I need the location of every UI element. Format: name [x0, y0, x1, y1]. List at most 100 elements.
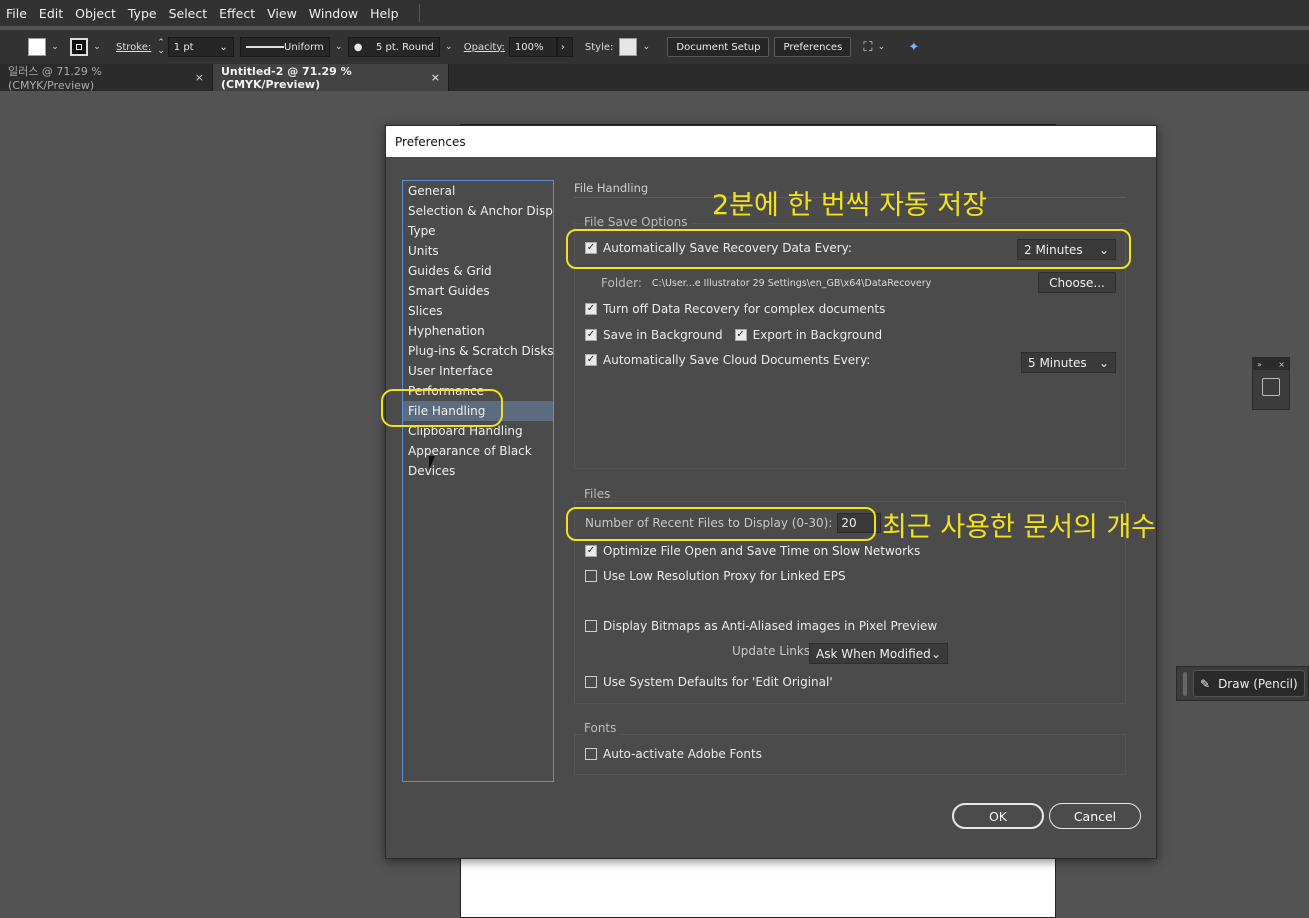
optimize-row: ✓ Optimize File Open and Save Time on Sl…: [585, 544, 920, 558]
generative-icon[interactable]: ✦: [908, 40, 919, 55]
close-icon[interactable]: ×: [1278, 360, 1285, 369]
tab-document-2[interactable]: Untitled-2 @ 71.29 % (CMYK/Preview) ×: [213, 64, 449, 91]
profile-value: Uniform: [284, 41, 324, 53]
menu-type[interactable]: Type: [122, 6, 163, 21]
preferences-category-list: General Selection & Anchor Display Type …: [402, 180, 554, 782]
collapsed-panel: » ×: [1252, 357, 1290, 410]
fonts-title: Fonts: [584, 721, 621, 735]
turn-off-recovery-row: ✓ Turn off Data Recovery for complex doc…: [585, 302, 885, 316]
low-res-proxy-row: Use Low Resolution Proxy for Linked EPS: [585, 569, 846, 583]
mouse-cursor-icon: [429, 456, 441, 470]
menu-help[interactable]: Help: [364, 6, 405, 21]
nav-item-hyphenation[interactable]: Hyphenation: [403, 321, 553, 341]
draw-pencil-button[interactable]: ✎ Draw (Pencil): [1193, 670, 1305, 697]
system-defaults-checkbox[interactable]: [585, 676, 597, 688]
cloud-save-row: ✓ Automatically Save Cloud Documents Eve…: [585, 353, 870, 367]
ok-button[interactable]: OK: [952, 803, 1044, 829]
chevron-down-icon[interactable]: ⌄: [641, 42, 651, 52]
style-swatch[interactable]: [619, 38, 638, 56]
menu-file[interactable]: File: [0, 6, 33, 21]
update-links-select[interactable]: Ask When Modified ⌄: [809, 643, 948, 664]
choose-folder-button[interactable]: Choose...: [1038, 272, 1116, 293]
nav-item-plugins[interactable]: Plug-ins & Scratch Disks: [403, 341, 553, 361]
chevron-down-icon[interactable]: ⌄: [50, 42, 60, 52]
auto-activate-checkbox[interactable]: [585, 748, 597, 760]
opacity-label: Opacity:: [463, 41, 505, 53]
dot-icon: ●: [353, 41, 363, 53]
cloud-save-interval-select[interactable]: 5 Minutes ⌄: [1021, 352, 1116, 373]
gradient-icon[interactable]: [1262, 378, 1280, 396]
chevron-down-icon[interactable]: ⌄: [444, 42, 454, 52]
nav-item-appearance-black[interactable]: Appearance of Black: [403, 441, 553, 461]
brush-definition[interactable]: ● 5 pt. Round: [347, 37, 440, 57]
nav-item-user-interface[interactable]: User Interface: [403, 361, 553, 381]
highlight-file-handling: [381, 389, 503, 427]
nav-item-selection-anchor[interactable]: Selection & Anchor Display: [403, 201, 553, 221]
stroke-stepper-icon[interactable]: ⌃ ⌄: [157, 39, 165, 56]
save-background-checkbox[interactable]: ✓: [585, 329, 597, 341]
files-title: Files: [584, 487, 615, 501]
opacity-expand-button[interactable]: ›: [556, 37, 573, 57]
nav-item-guides-grid[interactable]: Guides & Grid: [403, 261, 553, 281]
cancel-button[interactable]: Cancel: [1049, 803, 1141, 829]
menu-window[interactable]: Window: [303, 6, 364, 21]
update-links-label: Update Links:: [732, 644, 815, 658]
auto-activate-label: Auto-activate Adobe Fonts: [603, 747, 762, 761]
draw-pencil-label: Draw (Pencil): [1218, 676, 1298, 691]
menu-bar: File Edit Object Type Select Effect View…: [0, 0, 1309, 26]
system-defaults-label: Use System Defaults for 'Edit Original': [603, 675, 833, 689]
section-title: File Handling: [574, 181, 649, 195]
auto-activate-row: Auto-activate Adobe Fonts: [585, 747, 762, 761]
nav-item-type[interactable]: Type: [403, 221, 553, 241]
nav-item-devices[interactable]: Devices: [403, 461, 553, 481]
chevron-down-icon[interactable]: ⌄: [876, 42, 886, 52]
stroke-label: Stroke:: [116, 41, 152, 53]
nav-item-units[interactable]: Units: [403, 241, 553, 261]
control-bar: ⌄ ⌄ Stroke: ⌃ ⌄ 1 pt ⌄ Uniform ⌄ ● 5 pt. Ro…: [0, 30, 1309, 64]
auto-save-annotation: 2분에 한 번씩 자동 저장: [712, 190, 988, 221]
menu-select[interactable]: Select: [163, 6, 214, 21]
chevron-down-icon[interactable]: ⌄: [334, 42, 344, 52]
document-setup-button[interactable]: Document Setup: [667, 37, 770, 57]
low-res-proxy-checkbox[interactable]: [585, 570, 597, 582]
close-icon[interactable]: ×: [195, 71, 204, 84]
close-icon[interactable]: ×: [431, 71, 440, 84]
drag-handle[interactable]: [1183, 671, 1187, 696]
menu-object[interactable]: Object: [69, 6, 122, 21]
export-background-checkbox[interactable]: ✓: [734, 329, 747, 341]
anti-aliased-checkbox[interactable]: [585, 620, 597, 632]
dialog-title: Preferences: [386, 126, 1156, 157]
cloud-save-checkbox[interactable]: ✓: [585, 354, 597, 366]
stroke-swatch[interactable]: [70, 38, 88, 56]
nav-item-general[interactable]: General: [403, 181, 553, 201]
file-save-options-title: File Save Options: [584, 215, 692, 229]
pencil-icon: ✎: [1200, 676, 1211, 691]
chevron-down-icon: ⌄: [1098, 355, 1109, 370]
folder-path: C:\User...e Illustrator 29 Settings\en_G…: [651, 277, 932, 289]
opacity-field[interactable]: 100%: [508, 37, 557, 57]
update-links-value: Ask When Modified: [816, 646, 931, 661]
tab-document-1[interactable]: 일러스 @ 71.29 % (CMYK/Preview) ×: [0, 64, 213, 92]
menu-edit[interactable]: Edit: [33, 6, 69, 21]
nav-item-smart-guides[interactable]: Smart Guides: [403, 281, 553, 301]
preferences-button[interactable]: Preferences: [774, 37, 852, 57]
line-icon: [245, 46, 284, 48]
variable-width-profile[interactable]: Uniform: [239, 37, 330, 57]
chevron-down-icon[interactable]: ⌄: [92, 42, 102, 52]
export-background-label: Export in Background: [752, 328, 883, 342]
tab-label: Untitled-2 @ 71.29 % (CMYK/Preview): [221, 64, 352, 91]
cloud-save-label: Automatically Save Cloud Documents Every…: [603, 353, 871, 367]
chevron-down-icon: ⌄: [930, 646, 941, 661]
expand-icon[interactable]: »: [1257, 360, 1262, 369]
menu-divider: [418, 4, 420, 22]
low-res-proxy-label: Use Low Resolution Proxy for Linked EPS: [603, 569, 846, 583]
fill-swatch[interactable]: [28, 38, 46, 56]
menu-effect[interactable]: Effect: [213, 6, 261, 21]
optimize-checkbox[interactable]: ✓: [585, 545, 597, 557]
turn-off-recovery-checkbox[interactable]: ✓: [585, 303, 597, 315]
update-links-row: Update Links:: [732, 644, 814, 658]
menu-view[interactable]: View: [261, 6, 303, 21]
stroke-weight-field[interactable]: 1 pt ⌄: [167, 37, 234, 57]
arrange-icon[interactable]: ⛶: [863, 40, 872, 55]
nav-item-slices[interactable]: Slices: [403, 301, 553, 321]
